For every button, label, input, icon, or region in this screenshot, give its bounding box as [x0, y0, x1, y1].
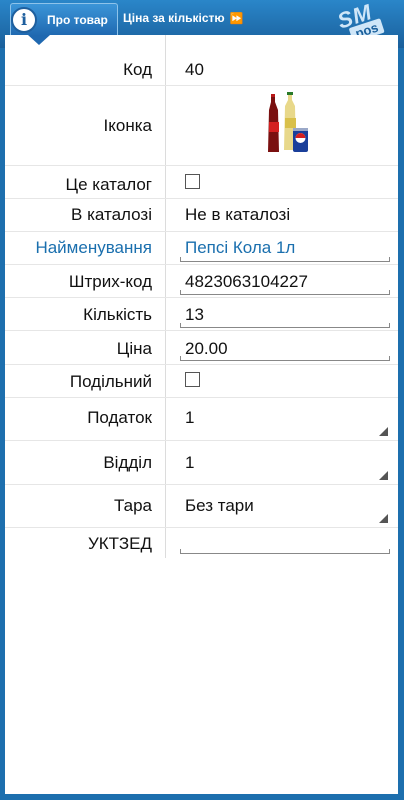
- tab-about-product[interactable]: i Про товар: [10, 3, 118, 36]
- barcode-label: Штрих-код: [68, 272, 152, 291]
- dropdown-arrow-icon[interactable]: [379, 427, 388, 436]
- code-value: 40: [185, 60, 204, 79]
- row-uktzed: УКТЗЕД: [5, 527, 398, 558]
- fast-forward-icon: ⏩: [229, 13, 244, 25]
- tab-about-product-label: Про товар: [47, 13, 108, 27]
- in-catalog-value: Не в каталозі: [185, 205, 291, 224]
- info-icon: i: [11, 7, 37, 33]
- row-code: Код 40: [5, 35, 398, 86]
- row-is-catalog: Це каталог: [5, 165, 398, 199]
- name-input-underline: [180, 257, 390, 262]
- row-barcode: Штрих-код 4823063104227: [5, 264, 398, 298]
- dropdown-arrow-icon[interactable]: [379, 471, 388, 480]
- is-catalog-label: Це каталог: [65, 175, 152, 194]
- tax-label: Податок: [87, 408, 152, 427]
- row-divisible: Подільний: [5, 364, 398, 398]
- tab-quantity-price[interactable]: Ціна за кількістю ⏩: [123, 11, 243, 25]
- in-catalog-label: В каталозі: [71, 205, 152, 224]
- barcode-input-underline: [180, 290, 390, 295]
- row-in-catalog: В каталозі Не в каталозі: [5, 198, 398, 232]
- tax-select[interactable]: 1: [185, 408, 194, 428]
- product-form: Код 40 Іконка Це каталог В каталозі Не в…: [5, 35, 398, 794]
- container-select[interactable]: Без тари: [185, 496, 254, 516]
- row-department: Відділ 1: [5, 440, 398, 485]
- row-tax: Податок 1: [5, 397, 398, 441]
- uktzed-input-underline: [180, 549, 390, 554]
- quantity-input[interactable]: 13: [185, 305, 204, 325]
- row-quantity: Кількість 13: [5, 297, 398, 331]
- price-input-underline: [180, 356, 390, 361]
- code-label: Код: [123, 60, 152, 79]
- quantity-input-underline: [180, 323, 390, 328]
- tab-quantity-price-label: Ціна за кількістю: [123, 11, 225, 25]
- department-label: Відділ: [103, 453, 152, 472]
- icon-label: Іконка: [103, 116, 152, 135]
- active-tab-pointer: [28, 35, 50, 45]
- divisible-checkbox[interactable]: [185, 372, 200, 387]
- barcode-input[interactable]: 4823063104227: [185, 272, 308, 292]
- price-label: Ціна: [116, 339, 152, 358]
- name-input[interactable]: Пепсі Кола 1л: [185, 238, 295, 258]
- product-image[interactable]: [263, 92, 321, 156]
- uktzed-label: УКТЗЕД: [87, 534, 152, 553]
- row-icon: Іконка: [5, 85, 398, 166]
- container-label: Тара: [114, 496, 152, 515]
- name-label: Найменування: [35, 238, 152, 257]
- quantity-label: Кількість: [83, 305, 152, 324]
- row-container: Тара Без тари: [5, 484, 398, 528]
- dropdown-arrow-icon[interactable]: [379, 514, 388, 523]
- is-catalog-checkbox[interactable]: [185, 174, 200, 189]
- department-select[interactable]: 1: [185, 453, 194, 473]
- row-name: Найменування Пепсі Кола 1л: [5, 231, 398, 265]
- divisible-label: Подільний: [69, 372, 152, 391]
- row-price: Ціна 20.00: [5, 330, 398, 365]
